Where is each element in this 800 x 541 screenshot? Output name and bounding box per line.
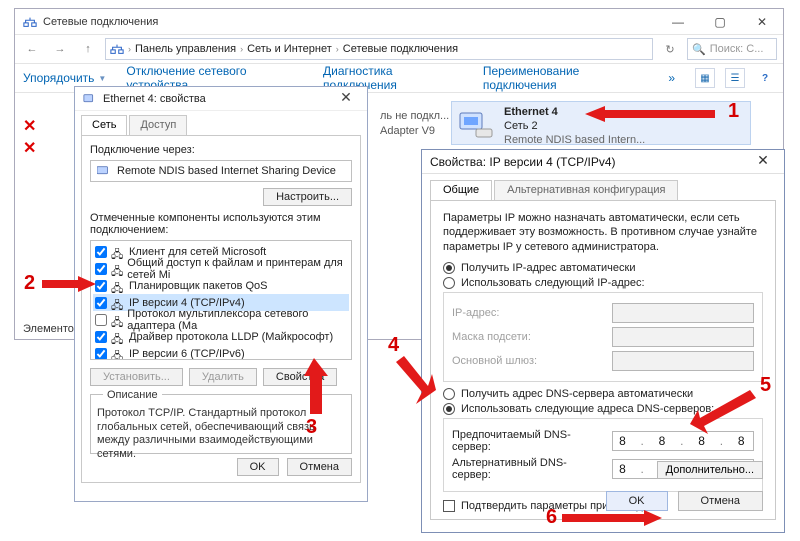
components-list[interactable]: 🖧Клиент для сетей Microsoft 🖧Общий досту… (90, 240, 352, 360)
connection-device: Remote NDIS based Intern... (504, 134, 645, 146)
disabled-x-icon: ✕ (23, 143, 37, 157)
crumb-network-connections[interactable]: Сетевые подключения (343, 43, 458, 55)
radio-icon (443, 262, 455, 274)
ethernet-properties-dialog: Ethernet 4: свойства ✕ Сеть Доступ Подкл… (74, 86, 368, 502)
callout-2: 2 (24, 272, 35, 295)
network-icon (23, 15, 37, 29)
subnet-mask-label: Маска подсети: (452, 331, 604, 343)
search-icon: 🔍 (692, 43, 706, 56)
component-checkbox[interactable] (95, 263, 107, 275)
radio-dns-auto[interactable]: Получить адрес DNS-сервера автоматически (443, 388, 763, 400)
cmd-more[interactable]: » (668, 71, 675, 85)
dns-preferred-input[interactable]: 8.8.8.8 (612, 431, 754, 451)
component-checkbox[interactable] (95, 348, 107, 360)
ok-button[interactable]: OK (606, 491, 668, 511)
tab-alternative[interactable]: Альтернативная конфигурация (494, 180, 678, 200)
gateway-input: ... (612, 351, 754, 371)
ip-address-input: ... (612, 303, 754, 323)
radio-dns-manual[interactable]: Использовать следующие адреса DNS-сервер… (443, 403, 763, 415)
callout-6: 6 (546, 506, 557, 529)
refresh-button[interactable]: ↻ (659, 38, 681, 60)
component-checkbox[interactable] (95, 314, 107, 326)
component-checkbox[interactable] (95, 246, 107, 258)
tab-network[interactable]: Сеть (81, 115, 127, 135)
nav-up-button[interactable]: ↑ (77, 38, 99, 60)
window-controls: — ▢ ✕ (657, 9, 783, 35)
remove-button[interactable]: Удалить (189, 368, 257, 386)
radio-ip-auto[interactable]: Получить IP-адрес автоматически (443, 262, 763, 274)
dialog-close-button[interactable]: ✕ (748, 152, 778, 169)
adapter-icon (456, 106, 496, 142)
connection-card-ethernet4[interactable]: Ethernet 4 Сеть 2 Remote NDIS based Inte… (451, 101, 751, 145)
ipv4-note: Параметры IP можно назначать автоматичес… (443, 211, 763, 254)
checkbox-icon (443, 500, 455, 512)
component-item: 🖧Драйвер протокола LLDP (Майкрософт) (93, 328, 349, 345)
cmd-rename[interactable]: Переименование подключения (483, 64, 648, 92)
close-button[interactable]: ✕ (741, 9, 783, 35)
view-details-toggle[interactable]: ☰ (725, 68, 745, 88)
device-name: Remote NDIS based Internet Sharing Devic… (117, 165, 336, 177)
callout-3: 3 (306, 416, 317, 439)
connect-via-label: Подключение через: (90, 144, 352, 156)
status-bar: Элементов (23, 323, 80, 335)
dns-preferred-label: Предпочитаемый DNS-сервер: (452, 429, 604, 453)
component-checkbox[interactable] (95, 280, 107, 292)
adapter-icon (83, 92, 97, 106)
component-checkbox[interactable] (95, 331, 107, 343)
dialog-close-button[interactable]: ✕ (331, 89, 361, 106)
network-icon (110, 42, 124, 56)
radio-icon (443, 388, 455, 400)
component-checkbox[interactable] (95, 297, 107, 309)
crumb-network-internet[interactable]: Сеть и Интернет (247, 43, 332, 55)
explorer-title: Сетевые подключения (43, 16, 158, 28)
radio-icon (443, 403, 455, 415)
dialog-titlebar: Свойства: IP версии 4 (TCP/IPv4) (422, 150, 784, 174)
minimize-button[interactable]: — (657, 9, 699, 35)
connection-name: Ethernet 4 (504, 106, 558, 118)
component-item: 🖧IP версии 6 (TCP/IPv6) (93, 345, 349, 360)
disabled-x-icon: ✕ (23, 121, 37, 135)
properties-button[interactable]: Свойства (263, 368, 337, 386)
callout-1: 1 (728, 100, 739, 123)
callout-5: 5 (760, 374, 771, 397)
search-box[interactable]: 🔍 Поиск: С... (687, 38, 777, 60)
radio-icon (443, 277, 455, 289)
nav-back-button[interactable]: ← (21, 38, 43, 60)
breadcrumb[interactable]: › Панель управления› Сеть и Интернет› Се… (105, 38, 653, 60)
radio-ip-manual[interactable]: Использовать следующий IP-адрес: (443, 277, 763, 289)
dialog-title: Свойства: IP версии 4 (TCP/IPv4) (430, 155, 616, 169)
help-button[interactable]: ? (755, 68, 775, 88)
components-label: Отмеченные компоненты используются этим … (90, 212, 352, 236)
crumb-control-panel[interactable]: Панель управления (135, 43, 236, 55)
view-large-toggle[interactable]: ▦ (695, 68, 715, 88)
connection-network: Сеть 2 (504, 120, 538, 132)
adapter-icon (97, 165, 111, 177)
device-box: Remote NDIS based Internet Sharing Devic… (90, 160, 352, 182)
install-button[interactable]: Установить... (90, 368, 183, 386)
ip-address-label: IP-адрес: (452, 307, 604, 319)
advanced-button[interactable]: Дополнительно... (657, 461, 763, 479)
dialog-title: Ethernet 4: свойства (103, 93, 206, 105)
ok-button[interactable]: OK (237, 458, 279, 476)
gateway-label: Основной шлюз: (452, 355, 604, 367)
description-legend: Описание (103, 389, 162, 401)
cancel-button[interactable]: Отмена (287, 458, 352, 476)
address-bar: ← → ↑ › Панель управления› Сеть и Интерн… (15, 35, 783, 63)
dialog-titlebar: Ethernet 4: свойства (75, 87, 367, 111)
cmd-organize[interactable]: Упорядочить ▼ (23, 71, 106, 85)
cancel-button[interactable]: Отмена (678, 491, 763, 511)
tab-general[interactable]: Общие (430, 180, 492, 200)
ipv4-properties-dialog: Свойства: IP версии 4 (TCP/IPv4) ✕ Общие… (421, 149, 785, 533)
subnet-mask-input: ... (612, 327, 754, 347)
component-item: 🖧Общий доступ к файлам и принтерам для с… (93, 260, 349, 277)
callout-4: 4 (388, 334, 399, 357)
component-item: 🖧Протокол мультиплексора сетевого адапте… (93, 311, 349, 328)
disabled-adapter-fragment: ль не подкл... Adapter V9 (380, 109, 449, 139)
tab-access[interactable]: Доступ (129, 115, 187, 135)
maximize-button[interactable]: ▢ (699, 9, 741, 35)
configure-button[interactable]: Настроить... (263, 188, 352, 206)
search-placeholder: Поиск: С... (710, 43, 764, 55)
nav-forward-button[interactable]: → (49, 38, 71, 60)
dns-alternate-label: Альтернативный DNS-сервер: (452, 457, 604, 481)
